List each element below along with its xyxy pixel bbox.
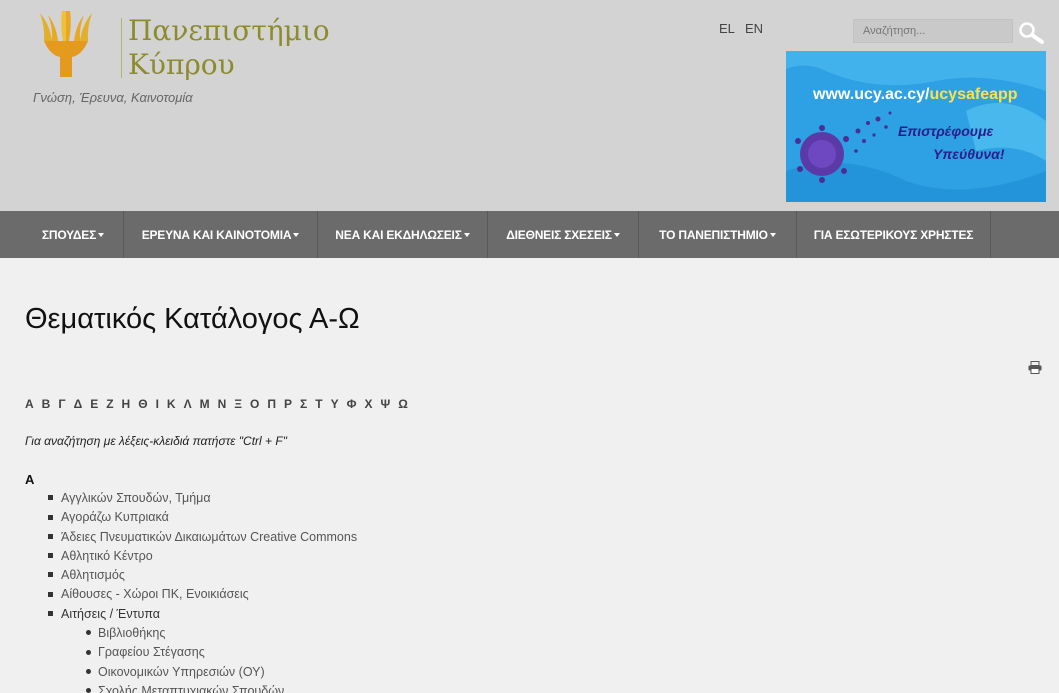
alphabet-letter-link[interactable]: Π — [267, 397, 276, 411]
list-item[interactable]: Αθλητισμός — [48, 566, 357, 585]
language-en-link[interactable]: EN — [745, 21, 763, 36]
page-title: Θεματικός Κατάλογος Α-Ω — [25, 303, 360, 335]
ucysafeapp-banner[interactable]: www.ucy.ac.cy/ucysafeapp Επιστρέφουμε Υπ… — [786, 51, 1046, 202]
round-bullet-icon — [86, 688, 91, 693]
list-item[interactable]: Αγγλικών Σπουδών, Τμήμα — [48, 489, 357, 508]
nav-item-label: ΓΙΑ ΕΣΩΤΕΡΙΚΟΥΣ ΧΡΗΣΤΕΣ — [813, 227, 974, 242]
nav-item-label: ΤΟ ΠΑΝΕΠΙΣΤΗΜΙΟ — [659, 227, 768, 242]
alphabet-letter-link[interactable]: Λ — [184, 397, 192, 411]
square-bullet-icon — [48, 514, 53, 520]
alphabet-letter-link[interactable]: Χ — [364, 397, 372, 411]
list-item[interactable]: Άδειες Πνευματικών Δικαιωμάτων Creative … — [48, 528, 357, 547]
square-bullet-icon — [48, 610, 53, 616]
search-hint: Για αναζήτηση με λέξεις-κλειδιά πατήστε … — [25, 434, 287, 448]
caret-down-icon — [769, 232, 776, 237]
nav-item-label: ΝΕΑ ΚΑΙ ΕΚΔΗΛΩΣΕΙΣ — [335, 227, 462, 242]
square-bullet-icon — [48, 533, 53, 539]
language-el-link[interactable]: EL — [719, 21, 735, 36]
round-bullet-icon — [86, 668, 91, 674]
logo-line-1: Πανεπιστήμιο — [128, 14, 330, 47]
sublist-item-label: Βιβλιοθήκης — [98, 626, 166, 640]
ucy-tree-logo-icon[interactable] — [36, 11, 96, 79]
nav-item-research[interactable]: ΕΡΕΥΝΑ ΚΑΙ ΚΑΙΝΟΤΟΜΙΑ — [124, 211, 318, 258]
alphabet-letter-link[interactable]: Τ — [315, 397, 322, 411]
list-item-label: Αγγλικών Σπουδών, Τμήμα — [61, 491, 211, 505]
alphabet-letter-link[interactable]: Ζ — [106, 397, 113, 411]
nav-item-internal-users[interactable]: ΓΙΑ ΕΣΩΤΕΡΙΚΟΥΣ ΧΡΗΣΤΕΣ — [797, 211, 991, 258]
alphabet-letter-link[interactable]: Υ — [331, 397, 339, 411]
banner-line-2: Υπεύθυνα! — [933, 146, 1005, 162]
alphabet-letter-link[interactable]: Ο — [250, 397, 259, 411]
list-item-label: Αιτήσεις / Έντυπα — [61, 606, 161, 621]
alphabet-letter-link[interactable]: Φ — [347, 397, 357, 411]
nav-item-label: ΣΠΟΥΔΕΣ — [41, 227, 97, 242]
alphabet-letter-link[interactable]: Γ — [58, 397, 65, 411]
nav-item-spoudes[interactable]: ΣΠΟΥΔΕΣ — [23, 211, 124, 258]
square-bullet-icon — [48, 572, 53, 578]
logo-divider — [121, 18, 122, 78]
round-bullet-icon — [86, 630, 91, 636]
list-item-label: Αθλητισμός — [61, 568, 125, 583]
alphabet-letter-link[interactable]: Κ — [167, 397, 176, 411]
nav-item-university[interactable]: ΤΟ ΠΑΝΕΠΙΣΤΗΜΙΟ — [639, 211, 797, 258]
sublist-item[interactable]: Βιβλιοθήκης — [86, 624, 284, 643]
sublist-item-label: Γραφείου Στέγασης — [98, 645, 205, 660]
alphabet-letter-link[interactable]: Δ — [74, 397, 83, 411]
alphabet-letter-link[interactable]: Ω — [398, 397, 408, 411]
sublist-item-label: Οικονομικών Υπηρεσιών (ΟΥ) — [98, 664, 265, 679]
banner-line-1: Επιστρέφουμε — [898, 123, 994, 139]
nav-item-label: ΔΙΕΘΝΕΙΣ ΣΧΕΣΕΙΣ — [506, 227, 612, 242]
nav-item-news[interactable]: ΝΕΑ ΚΑΙ ΕΚΔΗΛΩΣΕΙΣ — [318, 211, 488, 258]
topic-list: Αγγλικών Σπουδών, Τμήμα Αγοράζω Κυπριακά Ά… — [48, 489, 357, 624]
sublist-item[interactable]: Γραφείου Στέγασης — [86, 643, 284, 662]
list-item-label: Άδειες Πνευματικών Δικαιωμάτων Creative … — [61, 529, 358, 544]
caret-down-icon — [98, 232, 105, 237]
section-heading-alpha: Α — [25, 472, 35, 487]
site-header: Πανεπιστήμιο Κύπρου Γνώση, Έρευνα, Καινο… — [0, 0, 1059, 211]
logo-line-2: Κύπρου — [128, 48, 235, 81]
list-item[interactable]: Αθλητικό Κέντρο — [48, 547, 357, 566]
nav-item-label: ΕΡΕΥΝΑ ΚΑΙ ΚΑΙΝΟΤΟΜΙΑ — [141, 227, 292, 242]
sublist-item[interactable]: Σχολής Μεταπτυχιακών Σπουδών — [86, 682, 284, 693]
alphabet-letter-link[interactable]: Ξ — [234, 397, 242, 411]
list-item-label: Αθλητικό Κέντρο — [61, 548, 153, 563]
banner-url: www.ucy.ac.cy/ucysafeapp — [813, 86, 1018, 104]
caret-down-icon — [463, 232, 470, 237]
alphabet-letter-link[interactable]: Α — [25, 397, 34, 411]
list-item[interactable]: Αιτήσεις / Έντυπα — [48, 605, 357, 624]
alphabet-letter-link[interactable]: Μ — [200, 397, 210, 411]
nav-item-international[interactable]: ΔΙΕΘΝΕΙΣ ΣΧΕΣΕΙΣ — [488, 211, 639, 258]
banner-url-accent: ucysafeapp — [929, 86, 1018, 103]
square-bullet-icon — [48, 591, 53, 597]
round-bullet-icon — [86, 649, 91, 655]
list-item-label: Αγοράζω Κυπριακά — [61, 510, 169, 525]
logo-wordmark[interactable]: Πανεπιστήμιο Κύπρου — [128, 14, 330, 82]
alphabet-letter-link[interactable]: Ε — [90, 397, 98, 411]
alphabet-letter-link[interactable]: Η — [122, 397, 131, 411]
list-item-label: Αίθουσες - Χώροι ΠΚ, Ενοικιάσεις — [61, 587, 249, 602]
topic-sublist: Βιβλιοθήκης Γραφείου Στέγασης Οικονομικών … — [86, 624, 284, 693]
alphabet-letter-link[interactable]: Ι — [156, 397, 159, 411]
printer-icon[interactable] — [1028, 361, 1042, 374]
tagline: Γνώση, Έρευνα, Καινοτομία — [33, 90, 193, 105]
sublist-item-label: Σχολής Μεταπτυχιακών Σπουδών — [98, 683, 285, 693]
alphabet-index: ΑΒΓΔΕΖΗΘΙΚΛΜΝΞΟΠΡΣΤΥΦΧΨΩ — [25, 397, 416, 411]
alphabet-letter-link[interactable]: Ψ — [380, 397, 390, 411]
alphabet-letter-link[interactable]: Ρ — [284, 397, 292, 411]
list-item[interactable]: Αίθουσες - Χώροι ΠΚ, Ενοικιάσεις — [48, 585, 357, 604]
caret-down-icon — [613, 232, 620, 237]
search-input[interactable] — [853, 19, 1013, 43]
main-navigation: ΣΠΟΥΔΕΣ ΕΡΕΥΝΑ ΚΑΙ ΚΑΙΝΟΤΟΜΙΑ ΝΕΑ ΚΑΙ ΕΚ… — [0, 211, 1059, 258]
square-bullet-icon — [48, 553, 53, 559]
sublist-item[interactable]: Οικονομικών Υπηρεσιών (ΟΥ) — [86, 663, 284, 682]
banner-url-prefix: www.ucy.ac.cy/ — [813, 86, 930, 103]
list-item[interactable]: Αγοράζω Κυπριακά — [48, 508, 357, 527]
alphabet-letter-link[interactable]: Σ — [300, 397, 307, 411]
square-bullet-icon — [48, 495, 53, 501]
alphabet-letter-link[interactable]: Β — [42, 397, 51, 411]
caret-down-icon — [293, 232, 300, 237]
alphabet-letter-link[interactable]: Θ — [138, 397, 147, 411]
alphabet-letter-link[interactable]: Ν — [218, 397, 227, 411]
search-icon[interactable] — [1017, 20, 1045, 44]
